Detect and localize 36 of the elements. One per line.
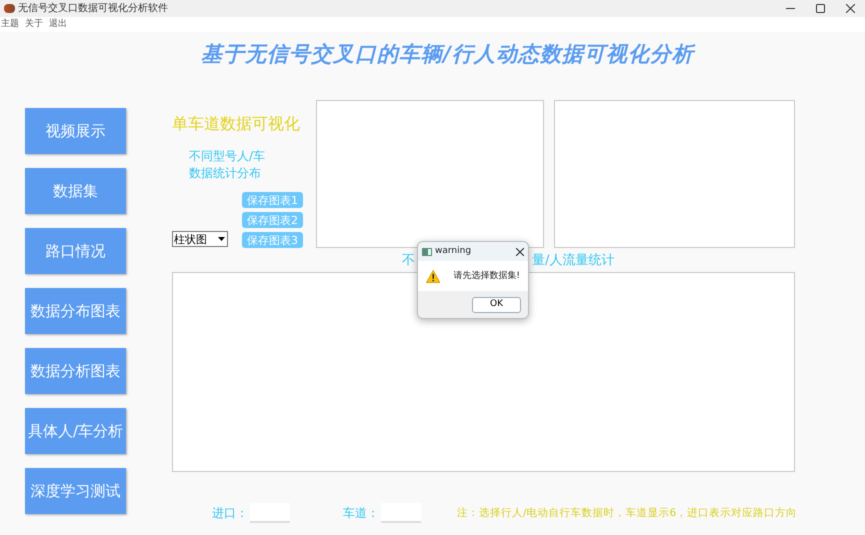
sidebar-button[interactable]: 数据分析图表 [25, 348, 126, 394]
lane-field[interactable] [381, 503, 421, 523]
chart-caption: 不 [402, 254, 415, 266]
save-chart-button[interactable]: 保存图表2 [242, 212, 303, 228]
sidebar-button[interactable]: 具体人/车分析 [25, 408, 126, 454]
sidebar-button[interactable]: 数据分布图表 [25, 288, 126, 334]
menu-item[interactable]: 主题 [1, 20, 19, 29]
close-icon[interactable] [846, 4, 854, 13]
entry-field[interactable] [250, 503, 290, 523]
save-chart-button[interactable]: 保存图表3 [242, 232, 303, 248]
sidebar-button[interactable]: 深度学习测试 [25, 468, 126, 514]
panel-subtitle: 数据统计分布 [189, 165, 261, 182]
maximize-icon[interactable] [816, 4, 824, 13]
sidebar-button[interactable]: 视频展示 [25, 108, 126, 154]
window-title: 无信号交叉口数据可视化分析软件 [18, 4, 168, 14]
chart-caption: 量/人流量统计 [532, 254, 614, 266]
sidebar-button[interactable]: 数据集 [25, 168, 126, 214]
menu-item[interactable]: 关于 [25, 20, 43, 29]
save-chart-button[interactable]: 保存图表1 [242, 192, 303, 208]
menu-item[interactable]: 退出 [49, 20, 67, 29]
lane-label: 车道： [343, 507, 379, 519]
app-heading: 基于无信号交叉口的车辆/行人动态数据可视化分析 [201, 41, 694, 68]
chart-type-dropdown[interactable]: 柱状图 [172, 231, 228, 247]
panel-subtitle: 不同型号人/车 [189, 148, 266, 165]
ok-button[interactable]: OK [472, 296, 521, 312]
entry-label: 进口： [212, 507, 248, 519]
dialog-title: warning [435, 247, 472, 256]
window-icon [422, 248, 432, 256]
dialog-message: 请先选择数据集! [453, 272, 520, 280]
panel-title: 单车道数据可视化 [172, 114, 300, 134]
caret-icon [218, 237, 225, 241]
warning-icon [426, 268, 440, 284]
sidebar-button[interactable]: 路口情况 [25, 228, 126, 274]
app-logo-icon [4, 4, 15, 13]
close-icon[interactable] [516, 248, 524, 256]
note-text: 注：选择行人/电动自行车数据时，车道显示6，进口表示对应路口方向 [457, 508, 798, 518]
